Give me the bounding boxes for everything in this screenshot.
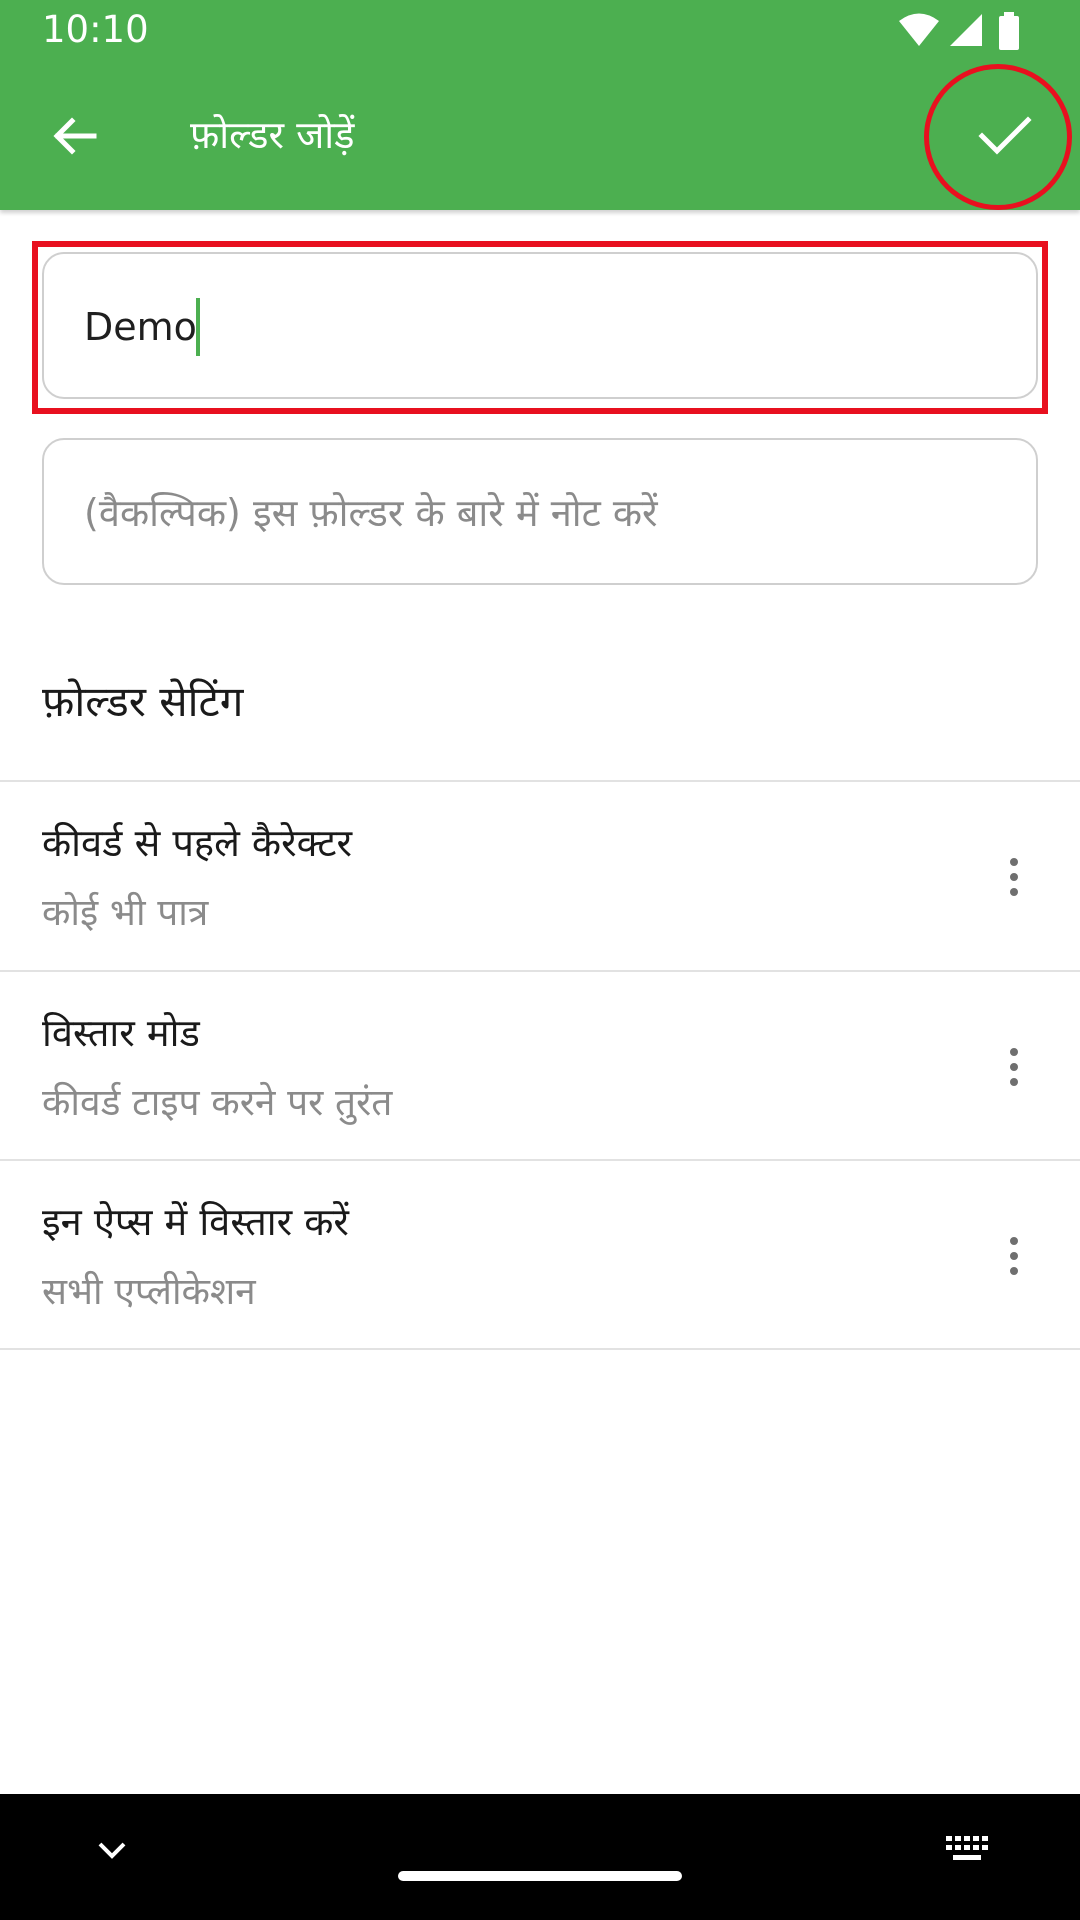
folder-name-value: Demo [84,305,197,349]
cellular-signal-icon [950,14,982,46]
add-folder-screen: 10:10 फ़ोल्डर जोड़ें Demo (वैकल्पिक) इस … [0,0,1080,1920]
wifi-icon [899,13,939,46]
battery-icon [999,12,1019,50]
page-title: फ़ोल्डर जोड़ें [190,113,355,157]
folder-name-input[interactable]: Demo [42,252,1038,399]
more-options-icon[interactable] [986,1221,1042,1291]
status-icons [898,12,1038,52]
divider [0,1348,1080,1350]
settings-section-header: फ़ोल्डर सेटिंग [42,677,244,726]
setting-row-expand-in-apps[interactable]: इन ऐप्स में विस्तार करें सभी एप्लीकेशन [0,1161,1080,1349]
keyboard-icon[interactable] [944,1834,990,1864]
setting-value: कोई भी पात्र [42,891,209,934]
setting-row-prefix-character[interactable]: कीवर्ड से पहले कैरेक्टर कोई भी पात्र [0,782,1080,970]
back-button[interactable] [34,96,114,176]
folder-note-input[interactable]: (वैकल्पिक) इस फ़ोल्डर के बारे में नोट कर… [42,438,1038,585]
home-handle[interactable] [398,1871,682,1881]
text-cursor [196,298,200,356]
more-options-icon[interactable] [986,1032,1042,1102]
save-button-highlight [924,64,1072,210]
setting-title: इन ऐप्स में विस्तार करें [42,1200,349,1244]
setting-value: कीवर्ड टाइप करने पर तुरंत [42,1081,393,1124]
app-bar: 10:10 फ़ोल्डर जोड़ें [0,0,1080,210]
setting-value: सभी एप्लीकेशन [42,1270,256,1313]
more-options-icon[interactable] [986,842,1042,912]
system-nav-bar [0,1794,1080,1920]
setting-title: विस्तार मोड [42,1011,200,1055]
chevron-down-icon[interactable] [92,1830,132,1870]
arrow-back-icon [53,117,97,155]
setting-row-expansion-mode[interactable]: विस्तार मोड कीवर्ड टाइप करने पर तुरंत [0,972,1080,1160]
setting-title: कीवर्ड से पहले कैरेक्टर [42,821,353,865]
status-time: 10:10 [42,8,149,51]
folder-note-placeholder: (वैकल्पिक) इस फ़ोल्डर के बारे में नोट कर… [84,491,658,535]
